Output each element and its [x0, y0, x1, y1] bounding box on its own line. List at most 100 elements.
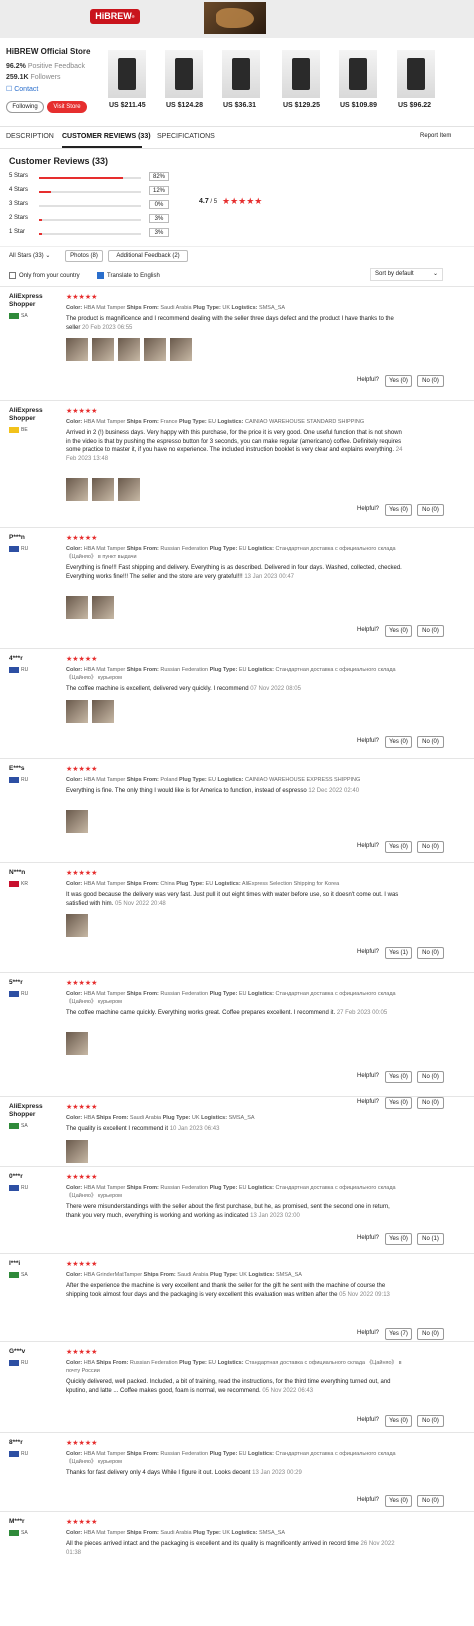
helpful-yes-button[interactable]: Yes (0): [385, 625, 412, 637]
review-photo[interactable]: [66, 699, 88, 723]
contact-link[interactable]: ☐ Contact: [6, 85, 38, 93]
attribute-value: EU: [208, 1360, 217, 1366]
checkbox-checked-icon[interactable]: [97, 272, 104, 279]
helpful-yes-button[interactable]: Yes (0): [385, 504, 412, 516]
helpful-yes-button[interactable]: Yes (0): [385, 1071, 412, 1083]
reviewer-country: RU: [21, 777, 29, 783]
additional-feedback-button[interactable]: Additional Feedback (2): [108, 250, 188, 262]
review-photo[interactable]: [92, 595, 114, 619]
product-thumbnail[interactable]: [165, 50, 203, 98]
helpful-yes-button[interactable]: Yes (1): [385, 947, 412, 959]
review-photos[interactable]: [66, 477, 144, 502]
review-photo[interactable]: [66, 914, 88, 937]
banner-image: [204, 2, 266, 34]
review-photo[interactable]: [118, 477, 140, 501]
rating-row-label: 3 Stars: [9, 201, 29, 207]
helpful-yes-button[interactable]: Yes (0): [385, 841, 412, 853]
star-filter-dropdown[interactable]: All Stars (33) ⌄: [9, 252, 50, 259]
review-date: 05 Nov 2022 20:48: [115, 900, 166, 907]
rating-row[interactable]: 5 Stars 82%: [9, 172, 169, 183]
helpful-yes-button[interactable]: Yes (0): [385, 1233, 412, 1245]
helpful-no-button[interactable]: No (0): [417, 841, 444, 853]
helpful-yes-button[interactable]: Yes (0): [385, 1495, 412, 1507]
review-photo[interactable]: [66, 1139, 88, 1163]
helpful-no-button[interactable]: No (0): [417, 1415, 444, 1427]
helpful-no-button[interactable]: No (0): [417, 1328, 444, 1340]
helpful-yes-button[interactable]: Yes (0): [385, 1097, 412, 1109]
tab-specifications[interactable]: SPECIFICATIONS: [157, 133, 215, 140]
attribute-label: Logistics:: [248, 1272, 275, 1278]
helpful-label: Helpful?: [357, 1073, 380, 1079]
product-image[interactable]: [108, 50, 146, 98]
helpful-no-button[interactable]: No (0): [417, 1495, 444, 1507]
product-image[interactable]: [339, 50, 377, 98]
review-body: There were misunderstandings with the se…: [66, 1204, 390, 1219]
helpful-yes-button[interactable]: Yes (0): [385, 736, 412, 748]
attribute-label: Ships From:: [126, 991, 159, 997]
photos-filter-button[interactable]: Photos (8): [65, 250, 103, 262]
review-photo[interactable]: [92, 338, 114, 361]
review-photos[interactable]: [66, 699, 118, 724]
helpful-no-button[interactable]: No (0): [417, 625, 444, 637]
review-photos[interactable]: [66, 914, 92, 938]
review-photo[interactable]: [92, 477, 114, 501]
review-photo[interactable]: [170, 338, 192, 361]
brand-logo[interactable]: HiBREW®: [90, 9, 140, 24]
helpful-yes-button[interactable]: Yes (0): [385, 1415, 412, 1427]
review-photo[interactable]: [92, 699, 114, 723]
rating-bar-track: [39, 233, 141, 235]
rating-row[interactable]: 1 Star 3%: [9, 228, 169, 239]
attribute-value: HBA Mat Tamper: [83, 1530, 126, 1536]
review-photo[interactable]: [66, 477, 88, 501]
review-photo[interactable]: [66, 595, 88, 619]
product-image[interactable]: [222, 50, 260, 98]
visit-store-button[interactable]: Visit Store: [47, 101, 87, 113]
store-name[interactable]: HiBREW Official Store: [6, 47, 90, 56]
rating-row[interactable]: 3 Stars 0%: [9, 200, 169, 211]
translate-checkbox[interactable]: Translate to English: [97, 272, 160, 279]
product-image[interactable]: [165, 50, 203, 98]
country-flag-icon: [9, 777, 19, 783]
tab-customer-reviews[interactable]: CUSTOMER REVIEWS (33): [62, 133, 151, 140]
checkbox-icon[interactable]: [9, 272, 16, 279]
product-thumbnail[interactable]: [339, 50, 377, 98]
review-photos[interactable]: [66, 810, 92, 834]
product-thumbnail[interactable]: [222, 50, 260, 98]
attribute-label: Plug Type:: [209, 546, 238, 552]
helpful-yes-button[interactable]: Yes (7): [385, 1328, 412, 1340]
sort-dropdown[interactable]: Sort by default ⌄: [370, 268, 443, 281]
review-photo[interactable]: [118, 338, 140, 361]
helpful-no-button[interactable]: No (0): [417, 1071, 444, 1083]
product-image[interactable]: [397, 50, 435, 98]
product-image[interactable]: [282, 50, 320, 98]
review-photo[interactable]: [66, 338, 88, 361]
product-thumbnail[interactable]: [397, 50, 435, 98]
rating-row[interactable]: 2 Stars 3%: [9, 214, 169, 225]
attribute-value: EU: [238, 546, 247, 552]
following-button[interactable]: Following: [6, 101, 44, 113]
helpful-yes-button[interactable]: Yes (0): [385, 375, 412, 387]
rating-row[interactable]: 4 Stars 12%: [9, 186, 169, 197]
helpful-no-button[interactable]: No (0): [417, 736, 444, 748]
attribute-value: HBA GrinderMatTamper: [83, 1272, 143, 1278]
review-photos[interactable]: [66, 1032, 92, 1056]
review-photo[interactable]: [66, 810, 88, 833]
product-thumbnail[interactable]: [282, 50, 320, 98]
review-photo[interactable]: [144, 338, 166, 361]
helpful-no-button[interactable]: No (0): [417, 375, 444, 387]
helpful-no-button[interactable]: No (0): [417, 1097, 444, 1109]
product-thumbnail[interactable]: [108, 50, 146, 98]
review-photos[interactable]: [66, 338, 196, 362]
review-photos[interactable]: [66, 595, 118, 620]
tab-description[interactable]: DESCRIPTION: [6, 133, 54, 140]
only-country-checkbox[interactable]: Only from your country: [9, 272, 80, 279]
review-body: All the pieces arrived intact and the pa…: [66, 1541, 359, 1547]
review-photos[interactable]: [66, 1139, 92, 1164]
review-photo[interactable]: [66, 1032, 88, 1055]
report-item-link[interactable]: Report Item: [420, 133, 451, 139]
helpful-no-button[interactable]: No (0): [417, 947, 444, 959]
helpful-no-button[interactable]: No (0): [417, 504, 444, 516]
store-banner: HiBREW®: [0, 0, 474, 38]
reviewer-country: RU: [21, 1451, 29, 1457]
helpful-no-button[interactable]: No (1): [417, 1233, 444, 1245]
